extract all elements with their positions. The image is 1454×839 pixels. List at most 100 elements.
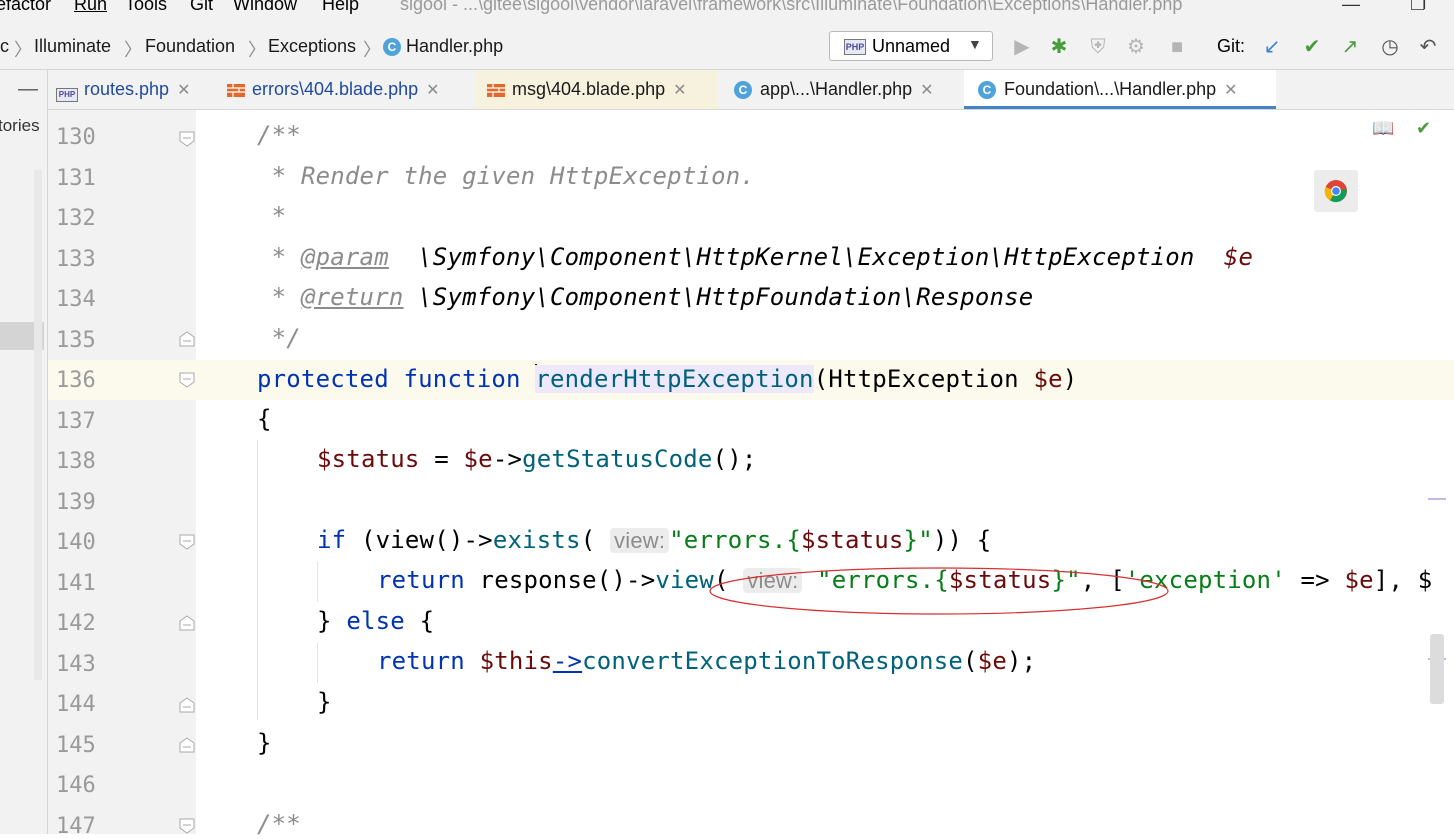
parameter-hint: view: bbox=[610, 528, 670, 553]
menu-git[interactable]: Git bbox=[190, 0, 213, 15]
editor-scrollbar[interactable] bbox=[1430, 634, 1444, 704]
code-line-145: } bbox=[257, 729, 272, 757]
breadcrumb-separator-icon: 〉 bbox=[14, 40, 32, 60]
line-number: 140 bbox=[56, 530, 96, 555]
tab-label: msg\404.blade.php bbox=[512, 79, 666, 99]
breadcrumb-exceptions[interactable]: Exceptions bbox=[268, 36, 356, 57]
menu-run[interactable]: Run bbox=[74, 0, 107, 15]
debug-icon[interactable]: ✱ bbox=[1047, 35, 1071, 59]
tab-routes[interactable]: PHP routes.php ✕ bbox=[56, 70, 216, 109]
reader-mode-icon[interactable]: 📖 bbox=[1372, 118, 1394, 139]
chrome-icon[interactable] bbox=[1324, 179, 1348, 203]
code-line-135: */ bbox=[257, 324, 301, 352]
blade-file-icon bbox=[487, 84, 505, 97]
indent-guide bbox=[317, 643, 318, 683]
breadcrumb-separator-icon: 〉 bbox=[248, 40, 266, 60]
line-number: 146 bbox=[56, 773, 96, 798]
breadcrumb-handler[interactable]: C Handler.php bbox=[383, 36, 503, 57]
line-number: 137 bbox=[56, 409, 96, 434]
menu-refactor[interactable]: efactor bbox=[0, 0, 51, 15]
history-icon[interactable]: ◷ bbox=[1378, 35, 1402, 59]
breadcrumb-separator-icon: 〉 bbox=[363, 40, 381, 60]
git-update-icon[interactable]: ↙ bbox=[1260, 35, 1284, 59]
menu-window[interactable]: Window bbox=[233, 0, 297, 15]
git-commit-icon[interactable]: ✔ bbox=[1300, 35, 1324, 59]
run-icon[interactable]: ▶ bbox=[1010, 35, 1034, 59]
browser-popup[interactable] bbox=[1314, 170, 1358, 212]
close-icon[interactable]: ✕ bbox=[177, 82, 190, 99]
inspection-ok-icon[interactable]: ✔ bbox=[1416, 118, 1431, 139]
fold-end-icon[interactable] bbox=[179, 697, 195, 713]
class-icon: C bbox=[978, 81, 996, 99]
tab-app-handler[interactable]: Capp\...\Handler.php ✕ bbox=[734, 70, 960, 109]
class-icon: C bbox=[383, 38, 401, 56]
close-icon[interactable]: ✕ bbox=[920, 82, 933, 99]
navigation-bar: c 〉 Illuminate 〉 Foundation 〉 Exceptions… bbox=[0, 16, 1454, 70]
indent-guide bbox=[257, 440, 258, 720]
restore-icon[interactable]: ❐ bbox=[1410, 0, 1426, 15]
tab-msg-404[interactable]: msg\404.blade.php ✕ bbox=[476, 70, 718, 109]
function-name[interactable]: renderHttpException bbox=[535, 365, 814, 393]
git-push-icon[interactable]: ↗ bbox=[1338, 35, 1362, 59]
run-configuration-label: Unnamed bbox=[872, 36, 951, 56]
code-line-132: * bbox=[257, 202, 287, 230]
close-icon[interactable]: ✕ bbox=[673, 82, 686, 99]
tab-foundation-handler[interactable]: C Foundation\...\Handler.php ✕ bbox=[964, 70, 1276, 109]
panel-scrollbar[interactable] bbox=[34, 170, 42, 680]
fold-end-icon[interactable] bbox=[179, 615, 195, 631]
close-icon[interactable]: ✕ bbox=[426, 82, 439, 99]
line-number: 134 bbox=[56, 287, 96, 312]
code-line-136: protected function renderHttpException(H… bbox=[257, 364, 1078, 393]
code-line-142: } else { bbox=[317, 607, 435, 635]
breadcrumb-foundation[interactable]: Foundation bbox=[145, 36, 235, 57]
line-number: 136 bbox=[56, 368, 96, 393]
line-number: 144 bbox=[56, 692, 96, 717]
line-number: 145 bbox=[56, 733, 96, 758]
profile-icon[interactable]: ⚙ bbox=[1124, 35, 1148, 59]
git-label: Git: bbox=[1217, 36, 1246, 56]
side-panel-label[interactable]: tories bbox=[0, 116, 40, 136]
tab-label: errors\404.blade.php bbox=[252, 79, 419, 99]
stop-icon[interactable]: ■ bbox=[1165, 35, 1189, 59]
minimize-panel-icon[interactable]: — bbox=[18, 78, 38, 101]
rollback-icon[interactable]: ↶ bbox=[1416, 35, 1440, 59]
line-number: 132 bbox=[56, 206, 96, 231]
left-tool-strip: — tories bbox=[0, 70, 48, 834]
close-icon[interactable]: ✕ bbox=[1224, 82, 1237, 99]
fold-end-icon[interactable] bbox=[179, 737, 195, 753]
fold-icon[interactable] bbox=[179, 131, 195, 147]
menu-tools[interactable]: Tools bbox=[125, 0, 167, 15]
line-number: 147 bbox=[56, 814, 96, 839]
tab-label: Foundation\...\Handler.php bbox=[1004, 79, 1217, 99]
tab-label: app\...\Handler.php bbox=[760, 79, 913, 99]
scroll-marker bbox=[1428, 498, 1446, 500]
indent-guide bbox=[317, 562, 318, 602]
tab-errors-404[interactable]: errors\404.blade.php ✕ bbox=[226, 70, 466, 109]
menu-bar: efactor Run Tools Git Window Help sigool… bbox=[0, 0, 1454, 16]
code-line-130: /** bbox=[257, 121, 301, 149]
code-line-143: return $this->convertExceptionToResponse… bbox=[377, 647, 1037, 675]
editor-tab-bar: PHP routes.php ✕ errors\404.blade.php ✕ msg… bbox=[48, 70, 1454, 110]
minimize-icon[interactable]: — bbox=[1342, 0, 1360, 15]
annotation-ellipse bbox=[709, 567, 1169, 615]
line-number: 133 bbox=[56, 247, 96, 272]
breadcrumb-src[interactable]: c bbox=[0, 36, 9, 57]
run-configuration-select[interactable]: PHP Unnamed ▼ bbox=[829, 31, 993, 61]
line-number: 142 bbox=[56, 611, 96, 636]
class-icon: C bbox=[734, 81, 752, 99]
fold-icon[interactable] bbox=[179, 372, 195, 388]
code-line-144: } bbox=[317, 688, 332, 716]
fold-icon[interactable] bbox=[179, 818, 195, 834]
tab-label: routes.php bbox=[84, 79, 170, 99]
fold-end-icon[interactable] bbox=[179, 331, 195, 347]
coverage-icon[interactable]: ⛨ bbox=[1086, 35, 1110, 59]
breadcrumb-illuminate[interactable]: Illuminate bbox=[34, 36, 111, 57]
menu-help[interactable]: Help bbox=[322, 0, 359, 15]
code-line-137: { bbox=[257, 405, 272, 433]
code-line-140: if (view()->exists( view: "errors.{$statu… bbox=[317, 526, 992, 554]
window-title: sigool - ...\gitee\sigool\vendor\laravel… bbox=[400, 0, 1183, 14]
line-number: 138 bbox=[56, 449, 96, 474]
doc-tag: @return bbox=[300, 283, 404, 311]
code-line-133: * @param \Symfony\Component\HttpKernel\E… bbox=[257, 243, 1254, 271]
fold-icon[interactable] bbox=[179, 534, 195, 550]
